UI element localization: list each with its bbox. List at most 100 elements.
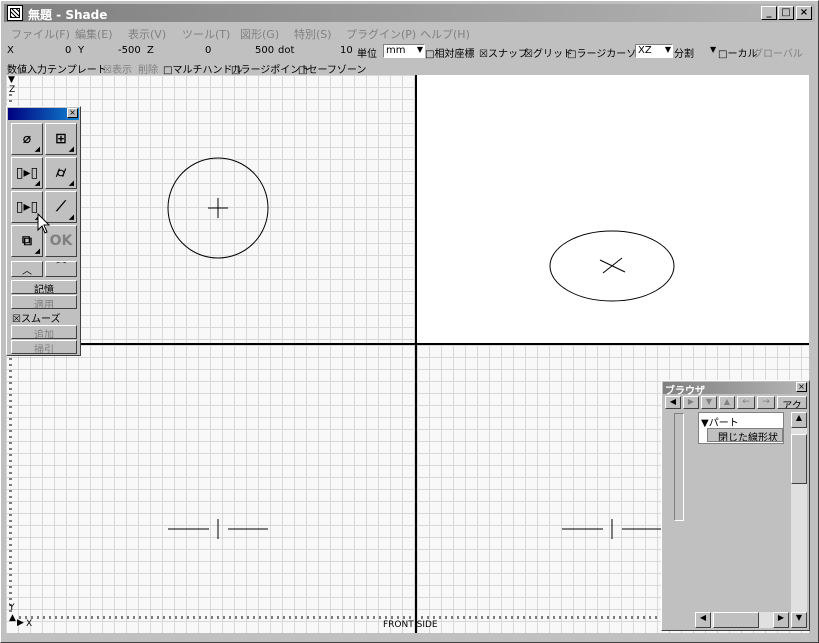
grid-toggle[interactable]: ☒グリッド	[524, 45, 573, 60]
layers-icon: ⧉	[22, 233, 32, 249]
triangle-right-icon: ▶	[777, 613, 785, 622]
chevron-down-icon: ▼	[710, 45, 717, 54]
tree-item-closed-line[interactable]: 閉じた線形状	[707, 428, 783, 442]
menu-file[interactable]: ファイル(F)	[11, 26, 70, 42]
chevron-down-icon: ◢	[34, 145, 40, 153]
nav-down-button[interactable]: ▼	[701, 396, 717, 409]
x-value[interactable]: 0	[65, 45, 71, 56]
scroll-thumb-vertical[interactable]	[791, 434, 807, 484]
arrow-right-icon: →	[762, 397, 770, 407]
axis-marker-bottom: ▲	[9, 613, 16, 623]
active-tab[interactable]: アク	[777, 396, 807, 409]
main-window: 無題 - Shade _ □ × ファイル(F) 編集(E) 表示(V) ツール…	[0, 0, 819, 643]
line-icon: ⟋	[56, 199, 66, 215]
app-icon[interactable]	[7, 5, 23, 21]
numeric-template-button[interactable]: 数値入力テンプレート	[7, 61, 107, 76]
menu-help[interactable]: ヘルプ(H)	[420, 26, 470, 42]
close-button[interactable]: ×	[796, 6, 812, 20]
nav-back-button[interactable]: ←	[737, 396, 755, 409]
apply-button[interactable]: 適用	[11, 295, 77, 309]
plane-select[interactable]: XZ ▼	[635, 44, 673, 58]
relative-coords-toggle[interactable]: □相対座標	[425, 45, 474, 60]
z-value[interactable]: 0	[205, 45, 211, 56]
axis-marker-right: ▶	[17, 618, 24, 628]
triangle-down-icon: ▼	[795, 613, 803, 622]
maximize-button[interactable]: □	[778, 6, 794, 20]
chevron-down-icon: ▼	[664, 45, 671, 54]
nav-right-button[interactable]: ▶	[683, 396, 699, 409]
menu-view[interactable]: 表示(V)	[128, 26, 166, 42]
close-icon[interactable]: ×	[67, 108, 78, 118]
add-button[interactable]: 追加	[11, 325, 77, 339]
ok-label: OK	[49, 233, 73, 249]
sweep-button[interactable]: 掃引	[11, 340, 77, 354]
local-toggle[interactable]: □ーカル	[718, 45, 757, 60]
mountain-low-icon: ︿	[22, 266, 32, 277]
axis-marker-top: ▼	[8, 75, 15, 85]
depth-slider[interactable]	[674, 413, 684, 521]
scroll-right-button[interactable]: ▶	[773, 612, 789, 628]
z-axis-label: Z	[9, 85, 16, 95]
coordinate-bar: X 0 Y -500 Z 0 500 dot 10 単位 mm ▼ □相対座標 ☒…	[5, 44, 815, 60]
triangle-left-icon: ◀	[669, 397, 677, 406]
nav-forward-button[interactable]: →	[757, 396, 775, 409]
split-select[interactable]: 分割 ▼	[674, 45, 718, 60]
mountain-high-icon: ⏜	[56, 262, 66, 273]
dot-value[interactable]: 500	[255, 45, 274, 56]
hierarchy-tool[interactable]: ⊞ ◢	[45, 123, 77, 155]
triangle-left-icon: ◀	[699, 613, 707, 622]
safe-zone-toggle[interactable]: □セーフゾーン	[298, 61, 366, 76]
triangle-up-icon: ▲	[723, 397, 731, 406]
triangle-right-icon: ▶	[687, 397, 695, 406]
window-title: 無題 - Shade	[28, 8, 108, 22]
mouse-cursor-icon	[37, 213, 51, 234]
triangle-down-icon: ▼	[705, 397, 713, 406]
nav-left-button[interactable]: ◀	[665, 396, 681, 409]
chevron-down-icon: ◢	[68, 213, 74, 221]
scroll-left-button[interactable]: ◀	[695, 612, 711, 628]
chevron-down-icon: ◢	[34, 247, 40, 255]
z-label: Z	[147, 45, 154, 56]
minimize-button[interactable]: _	[761, 6, 777, 20]
scroll-down-button[interactable]: ▼	[791, 612, 807, 628]
chevron-down-icon: ◢	[68, 179, 74, 187]
display-toggle[interactable]: ☒表示	[103, 61, 132, 76]
mountain-low-button[interactable]: ︿	[11, 261, 43, 277]
close-icon[interactable]: ×	[796, 382, 807, 392]
dot-label: dot	[278, 45, 295, 56]
scroll-up-button[interactable]: ▲	[791, 412, 807, 428]
y-axis-label: Y	[9, 603, 15, 613]
smooth-checkbox[interactable]: ☒スムーズ	[12, 310, 60, 325]
scroll-thumb-horizontal[interactable]	[713, 612, 759, 628]
unit-select[interactable]: mm ▼	[383, 44, 425, 58]
vertical-scrollbar[interactable]: ▲ ▼	[791, 412, 807, 628]
x-label: X	[7, 45, 14, 56]
cylinder-icon: ⌭	[55, 165, 67, 181]
tree-root-part[interactable]: ▼パート	[701, 414, 739, 429]
hierarchy-icon: ⊞	[55, 131, 67, 147]
nav-up-button[interactable]: ▲	[719, 396, 735, 409]
title-bar[interactable]: 無題 - Shade _ □ ×	[4, 4, 815, 22]
tree-view: ▼パート 閉じた線形状	[698, 412, 784, 444]
move-tool[interactable]: ▯▸▯ ◢	[11, 157, 43, 189]
view-options-bar: 数値入力テンプレート ☒表示 削除 □マルチハンドル □ラージポイント □セーフ…	[5, 60, 815, 76]
menu-shape[interactable]: 図形(G)	[240, 26, 279, 42]
mountain-high-button[interactable]: ⏜	[45, 261, 77, 277]
memory-button[interactable]: 記憶	[11, 280, 77, 294]
eraser-tool[interactable]: ⌀ ◢	[11, 123, 43, 155]
y-label: Y	[78, 45, 85, 56]
global-toggle[interactable]: グローバル	[753, 45, 803, 60]
browser-titlebar[interactable]: ブラウザ	[663, 382, 808, 397]
browser-panel: ブラウザ × ◀ ▶ ▼ ▲ ← → アク ▼パート 閉じた線形状 ▲ ▼ ◀ …	[661, 380, 810, 631]
delete-button[interactable]: 削除	[138, 61, 158, 76]
triangle-up-icon: ▲	[795, 413, 803, 422]
y-value[interactable]: -500	[118, 45, 141, 56]
horizontal-scrollbar[interactable]: ◀ ▶	[695, 612, 789, 628]
menu-plugin[interactable]: プラグイン(P)	[346, 26, 416, 42]
cylinder-tool[interactable]: ⌭ ◢	[45, 157, 77, 189]
menu-special[interactable]: 特別(S)	[294, 26, 332, 42]
unit-value[interactable]: 10	[340, 45, 353, 56]
menu-tools[interactable]: ツール(T)	[182, 26, 230, 42]
snap-toggle[interactable]: ☒スナップ	[479, 45, 528, 60]
menu-edit[interactable]: 編集(E)	[75, 26, 113, 42]
